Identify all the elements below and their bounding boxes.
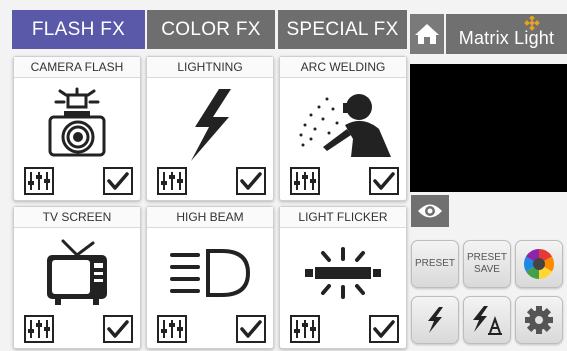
card-title: LIGHT FLICKER [280,207,406,228]
checkmark-icon [107,172,129,190]
adjust-settings-button[interactable] [24,315,54,343]
preset-label: PRESET [414,258,455,269]
effect-checkbox[interactable] [236,315,266,343]
tab-color-fx[interactable]: COLOR FX [147,10,275,49]
adjust-settings-button[interactable] [290,315,320,343]
effect-checkbox[interactable] [369,315,399,343]
light-flicker-icon [305,247,381,299]
flash-auto-button[interactable] [463,296,511,344]
preset-button[interactable]: PRESET [411,240,459,288]
high-beam-icon [170,249,251,297]
checkmark-icon [240,172,262,190]
checkmark-icon [373,320,395,338]
effect-card-camera-flash[interactable]: CAMERA FLASH [13,56,141,201]
tv-icon [47,239,107,305]
checkmark-icon [240,320,262,338]
camera-flash-icon [48,87,106,157]
settings-button[interactable] [515,296,563,344]
arc-welding-icon [299,94,391,157]
effect-card-tv-screen[interactable]: TV SCREEN [13,206,141,349]
flash-effect-button[interactable] [411,296,459,344]
home-icon [415,24,439,44]
sliders-icon [294,172,316,190]
adjust-settings-button[interactable] [157,315,187,343]
lightning-bolt-icon [428,307,443,333]
adjust-settings-button[interactable] [24,167,54,195]
card-title: TV SCREEN [14,207,140,228]
card-title: ARC WELDING [280,57,406,78]
preset-save-button[interactable]: PRESET SAVE [463,240,511,288]
home-button[interactable] [410,14,444,54]
color-wheel-button[interactable] [515,240,563,288]
eye-icon [418,204,442,218]
card-title: CAMERA FLASH [14,57,140,78]
effect-card-light-flicker[interactable]: LIGHT FLICKER [279,206,407,349]
effect-checkbox[interactable] [103,315,133,343]
effect-checkbox[interactable] [236,167,266,195]
sliders-icon [294,320,316,338]
effect-card-lightning[interactable]: LIGHTNING [146,56,274,201]
card-title: HIGH BEAM [147,207,273,228]
color-wheel-icon [523,249,555,279]
brand-header: Matrix Light [446,14,567,54]
tab-flash-fx[interactable]: FLASH FX [12,10,145,49]
sliders-icon [161,320,183,338]
effect-checkbox[interactable] [103,167,133,195]
effect-checkbox[interactable] [369,167,399,195]
lightning-auto-icon [473,306,502,335]
lightning-bolt-icon [191,89,231,161]
checkmark-icon [107,320,129,338]
preset-save-label-line2: SAVE [474,264,500,275]
preview-toggle-button[interactable] [411,195,449,227]
matrix-logo-icon [524,16,540,31]
preview-screen [410,64,567,192]
sliders-icon [28,320,50,338]
gear-icon [525,306,553,334]
effect-card-arc-welding[interactable]: ARC WELDING [279,56,407,201]
checkmark-icon [373,172,395,190]
sliders-icon [161,172,183,190]
effect-card-high-beam[interactable]: HIGH BEAM [146,206,274,349]
tab-special-fx[interactable]: SPECIAL FX [278,10,407,49]
sliders-icon [28,172,50,190]
adjust-settings-button[interactable] [157,167,187,195]
preset-save-label-line1: PRESET [466,252,507,263]
card-title: LIGHTNING [147,57,273,78]
adjust-settings-button[interactable] [290,167,320,195]
